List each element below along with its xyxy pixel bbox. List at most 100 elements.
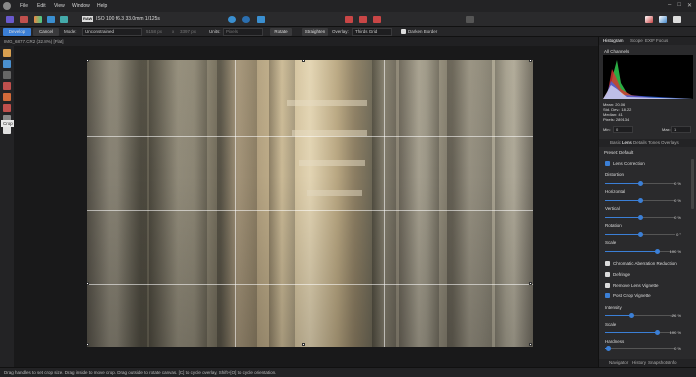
menu-view[interactable]: View: [54, 3, 65, 9]
vertical-value[interactable]: 0 %: [665, 215, 681, 220]
document-tab[interactable]: IMG_6877.CR2 (32.8%) [Flat]: [0, 37, 598, 46]
rotation-value[interactable]: 0 °: [665, 232, 681, 237]
lens-correction-checkbox[interactable]: [605, 161, 610, 166]
mode-label: Mode:: [64, 29, 77, 34]
crop-handle-left[interactable]: [87, 282, 89, 285]
tab-lens[interactable]: Lens: [622, 140, 632, 145]
maximize-icon[interactable]: □: [677, 2, 681, 9]
slider-knob[interactable]: [629, 313, 634, 318]
preset-label: Preset:: [604, 150, 619, 155]
tab-snapshots[interactable]: Snapshots: [648, 360, 669, 365]
tab-details[interactable]: Details: [633, 140, 647, 145]
height-field[interactable]: 3397 px: [180, 29, 196, 34]
photo-colonnade[interactable]: [87, 60, 533, 347]
tab-histogram[interactable]: Histogram: [603, 38, 624, 43]
mode-select[interactable]: Unconstrained: [82, 28, 142, 36]
develop-persona-icon[interactable]: [34, 16, 42, 23]
crop-handle-bottom-left[interactable]: [87, 343, 89, 346]
crop-handle-bottom[interactable]: [302, 343, 305, 346]
clipped-shadows-icon[interactable]: [359, 16, 367, 23]
hardness-label: Hardness: [605, 339, 625, 344]
straighten-button[interactable]: Straighten: [302, 28, 328, 36]
menu-file[interactable]: File: [20, 3, 28, 9]
minimize-icon[interactable]: –: [668, 2, 671, 9]
preset-select[interactable]: Default: [619, 150, 633, 155]
slider-fill: [605, 332, 657, 333]
horizontal-value[interactable]: 0 %: [665, 198, 681, 203]
close-icon[interactable]: ✕: [687, 2, 692, 9]
menu-window[interactable]: Window: [72, 3, 90, 9]
tab-info[interactable]: Info: [669, 360, 677, 365]
channel-select[interactable]: All Channels: [604, 49, 629, 54]
vertical-label: Vertical: [605, 206, 620, 211]
info-icon[interactable]: [466, 16, 474, 23]
min-field[interactable]: 0: [613, 126, 633, 133]
crop-handle-bottom-right[interactable]: [529, 343, 532, 346]
menu-edit[interactable]: Edit: [37, 3, 46, 9]
remove-lens-vignette-checkbox[interactable]: [605, 283, 610, 288]
defringe-checkbox[interactable]: [605, 272, 610, 277]
tab-basic[interactable]: Basic: [610, 140, 621, 145]
slider-knob[interactable]: [638, 215, 643, 220]
slider-knob[interactable]: [638, 181, 643, 186]
tab-navigator[interactable]: Navigator: [609, 360, 628, 365]
liquify-persona-icon[interactable]: [20, 16, 28, 23]
tools-panel: [0, 46, 14, 367]
mirror-view-icon[interactable]: [257, 16, 265, 23]
slider-knob[interactable]: [655, 330, 660, 335]
slider-knob[interactable]: [638, 198, 643, 203]
tab-history[interactable]: History: [632, 360, 646, 365]
width-field[interactable]: 5158 px: [146, 29, 162, 34]
assistant-icon[interactable]: [673, 16, 681, 23]
export-persona-icon[interactable]: [60, 16, 68, 23]
red-eye-tool-icon[interactable]: [3, 82, 11, 90]
crop-tool-icon[interactable]: [3, 126, 11, 134]
vignette-scale-value[interactable]: 100 %: [665, 330, 681, 335]
max-field[interactable]: 1: [671, 126, 691, 133]
blemish-tool-icon[interactable]: [3, 93, 11, 101]
units-select[interactable]: Pixels: [223, 28, 263, 36]
zoom-tool-icon[interactable]: [3, 60, 11, 68]
crop-handle-top[interactable]: [302, 60, 305, 62]
tone-mapping-persona-icon[interactable]: [47, 16, 55, 23]
split-view-icon[interactable]: [242, 16, 250, 23]
hardness-value[interactable]: 0 %: [665, 346, 681, 351]
white-balance-tool-icon[interactable]: [3, 71, 11, 79]
post-crop-vignette-checkbox[interactable]: [605, 293, 610, 298]
slider-knob[interactable]: [638, 232, 643, 237]
scale-value[interactable]: 100 %: [665, 249, 681, 254]
colour-profile-icon[interactable]: [645, 16, 653, 23]
hand-tool-icon[interactable]: [3, 49, 11, 57]
chromatic-aberration-checkbox[interactable]: [605, 261, 610, 266]
tab-focus[interactable]: Focus: [656, 38, 668, 43]
tab-overlays[interactable]: Overlays: [661, 140, 679, 145]
distortion-value[interactable]: 0 %: [665, 181, 681, 186]
crop-handle-top-left[interactable]: [87, 60, 89, 62]
menu-help[interactable]: Help: [97, 3, 107, 9]
darken-border-checkbox[interactable]: [401, 29, 406, 34]
tab-scope[interactable]: Scope: [630, 38, 643, 43]
before-after-icon[interactable]: [228, 16, 236, 23]
clipped-tones-icon[interactable]: [373, 16, 381, 23]
panel-scrollbar[interactable]: [691, 159, 694, 209]
view-mode-icon[interactable]: [659, 16, 667, 23]
max-label: Max:: [662, 127, 671, 132]
menu-bar: File Edit View Window Help – □ ✕: [0, 0, 696, 12]
slider-knob[interactable]: [655, 249, 660, 254]
tab-tones[interactable]: Tones: [648, 140, 660, 145]
crop-handle-right[interactable]: [529, 282, 532, 285]
camera-info: ISO 100 f6.3 33.0mm 1/125s: [96, 16, 160, 22]
rotate-button[interactable]: Rotate: [270, 28, 292, 36]
studio-tabs: Histogram Scope EXIF Focus: [599, 37, 696, 45]
tab-exif[interactable]: EXIF: [645, 38, 655, 43]
clipped-highlights-icon[interactable]: [345, 16, 353, 23]
brush-tool-icon[interactable]: [3, 104, 11, 112]
overlay-select[interactable]: Thirds Grid: [352, 28, 392, 36]
crop-handle-top-right[interactable]: [529, 60, 532, 62]
slider-knob[interactable]: [606, 346, 611, 351]
canvas-area[interactable]: [14, 46, 598, 367]
develop-button[interactable]: Develop: [3, 28, 31, 36]
intensity-value[interactable]: -26 %: [665, 313, 681, 318]
cancel-button[interactable]: Cancel: [33, 28, 59, 36]
photo-persona-icon[interactable]: [6, 16, 14, 23]
